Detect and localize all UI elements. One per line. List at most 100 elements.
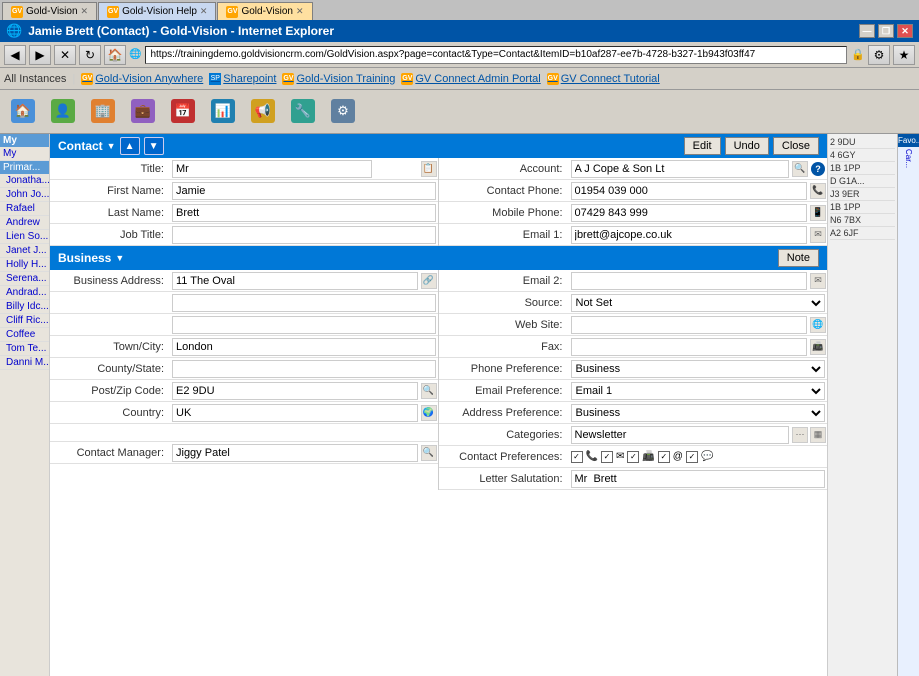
stop-button[interactable]: ✕ (54, 45, 76, 65)
left-nav-cliff[interactable]: Cliff Ric... (0, 314, 49, 328)
tab-goldvision-1[interactable]: GV Gold-Vision ✕ (2, 2, 97, 20)
close-button-contact[interactable]: Close (773, 137, 819, 155)
account-input[interactable] (571, 160, 790, 178)
email2-send-icon[interactable]: ✉ (810, 273, 826, 289)
contact-manager-input[interactable] (172, 444, 418, 462)
addr-entry-7[interactable]: N6 7BX (830, 214, 895, 227)
contact-nav-down[interactable]: ▼ (144, 137, 164, 155)
note-button[interactable]: Note (778, 249, 819, 267)
pref-check-3[interactable]: ✓ (627, 451, 639, 463)
addr-entry-8[interactable]: A2 6JF (830, 227, 895, 240)
email-pref-select[interactable]: Email 1 Email 2 (571, 382, 826, 400)
tab-help[interactable]: GV Gold-Vision Help ✕ (98, 2, 216, 20)
lastname-input[interactable] (172, 204, 436, 222)
country-input[interactable] (172, 404, 418, 422)
fax-input[interactable] (571, 338, 808, 356)
home-button[interactable]: 🏠 (104, 45, 126, 65)
contact-dropdown-arrow[interactable]: ▼ (107, 141, 116, 151)
address-line2-input[interactable] (172, 294, 436, 312)
letter-sal-input[interactable] (571, 470, 826, 488)
left-nav-my[interactable]: My (0, 147, 49, 161)
tab-close-1[interactable]: ✕ (81, 6, 89, 17)
title-input[interactable] (172, 160, 372, 178)
mobile-phone-input[interactable] (571, 204, 808, 222)
back-button[interactable]: ◀ (4, 45, 26, 65)
left-nav-janet[interactable]: Janet J... (0, 244, 49, 258)
categories-extra-icon[interactable]: ▦ (810, 427, 826, 443)
tab-close-2[interactable]: ✕ (200, 6, 208, 17)
addr-entry-4[interactable]: D G1A... (830, 175, 895, 188)
icon-activities[interactable]: 📅 (164, 93, 202, 131)
icon-reports[interactable]: 📊 (204, 93, 242, 131)
icon-settings[interactable]: ⚙ (324, 93, 362, 131)
addr-entry-5[interactable]: J3 9ER (830, 188, 895, 201)
edit-button[interactable]: Edit (684, 137, 721, 155)
addr-entry-3[interactable]: 1B 1PP (830, 162, 895, 175)
left-nav-andrew[interactable]: Andrew (0, 216, 49, 230)
forward-button[interactable]: ▶ (29, 45, 51, 65)
source-select[interactable]: Not Set (571, 294, 826, 312)
contact-phone-input[interactable] (571, 182, 808, 200)
pref-check-4[interactable]: ✓ (658, 451, 670, 463)
tools-button[interactable]: ⚙ (868, 45, 890, 65)
addr-entry-2[interactable]: 4 6GY (830, 149, 895, 162)
tab-close-3[interactable]: ✕ (296, 6, 304, 17)
icon-support[interactable]: 🔧 (284, 93, 322, 131)
link-goldvision-anywhere[interactable]: GV Gold-Vision Anywhere (81, 73, 203, 85)
categories-input[interactable] (571, 426, 790, 444)
left-nav-serena[interactable]: Serena... (0, 272, 49, 286)
firstname-input[interactable] (172, 182, 436, 200)
addr-entry-1[interactable]: 2 9DU (830, 136, 895, 149)
addr-entry-6[interactable]: 1B 1PP (830, 201, 895, 214)
refresh-button[interactable]: ↻ (79, 45, 101, 65)
town-input[interactable] (172, 338, 436, 356)
icon-opps[interactable]: 💼 (124, 93, 162, 131)
county-input[interactable] (172, 360, 436, 378)
left-nav-billy[interactable]: Billy Idc... (0, 300, 49, 314)
left-nav-holly[interactable]: Holly H... (0, 258, 49, 272)
tab-goldvision-active[interactable]: GV Gold-Vision ✕ (217, 2, 312, 20)
left-nav-jonathan[interactable]: Jonatha... (0, 174, 49, 188)
pref-check-5[interactable]: ✓ (686, 451, 698, 463)
country-flag-icon[interactable]: 🌍 (421, 405, 437, 421)
address-bar-input[interactable] (145, 46, 847, 64)
pref-check-2[interactable]: ✓ (601, 451, 613, 463)
website-input[interactable] (571, 316, 808, 334)
contact-manager-lookup-icon[interactable]: 🔍 (421, 445, 437, 461)
email2-input[interactable] (571, 272, 808, 290)
icon-home[interactable]: 🏠 (4, 93, 42, 131)
left-nav-andrad[interactable]: Andrad... (0, 286, 49, 300)
email1-input[interactable] (571, 226, 808, 244)
account-lookup-icon[interactable]: 🔍 (792, 161, 808, 177)
favorites-button[interactable]: ★ (893, 45, 915, 65)
address-lookup-icon[interactable]: 🔗 (421, 273, 437, 289)
undo-button[interactable]: Undo (725, 137, 769, 155)
fax-icon[interactable]: 📠 (810, 339, 826, 355)
restore-button[interactable]: ❐ (878, 24, 894, 38)
email1-send-icon[interactable]: ✉ (810, 227, 826, 243)
mobile-dial-icon[interactable]: 📱 (810, 205, 826, 221)
minimize-button[interactable]: — (859, 24, 875, 38)
link-gv-connect-admin[interactable]: GV GV Connect Admin Portal (401, 73, 540, 85)
phone-dial-icon[interactable]: 📞 (810, 183, 826, 199)
contact-nav-up[interactable]: ▲ (120, 137, 140, 155)
business-dropdown-arrow[interactable]: ▼ (115, 253, 124, 263)
website-open-icon[interactable]: 🌐 (810, 317, 826, 333)
address-line1-input[interactable] (172, 272, 418, 290)
categories-expand-icon[interactable]: ⋯ (792, 427, 808, 443)
icon-accounts[interactable]: 🏢 (84, 93, 122, 131)
left-nav-johnjohn[interactable]: John Jo... (0, 188, 49, 202)
address-line3-input[interactable] (172, 316, 436, 334)
link-sharepoint[interactable]: SP Sharepoint (209, 73, 276, 85)
left-nav-tom[interactable]: Tom Te... (0, 342, 49, 356)
link-gv-connect-tutorial[interactable]: GV GV Connect Tutorial (547, 73, 660, 85)
left-nav-danni[interactable]: Danni M... (0, 356, 49, 370)
left-nav-lien[interactable]: Lien So... (0, 230, 49, 244)
phone-pref-select[interactable]: Business Mobile Home (571, 360, 826, 378)
pref-check-1[interactable]: ✓ (571, 451, 583, 463)
addr-pref-select[interactable]: Business Home (571, 404, 826, 422)
postcode-input[interactable] (172, 382, 418, 400)
left-nav-coffee[interactable]: Coffee (0, 328, 49, 342)
postcode-lookup-icon[interactable]: 🔍 (421, 383, 437, 399)
account-help-icon[interactable]: ? (811, 162, 825, 176)
